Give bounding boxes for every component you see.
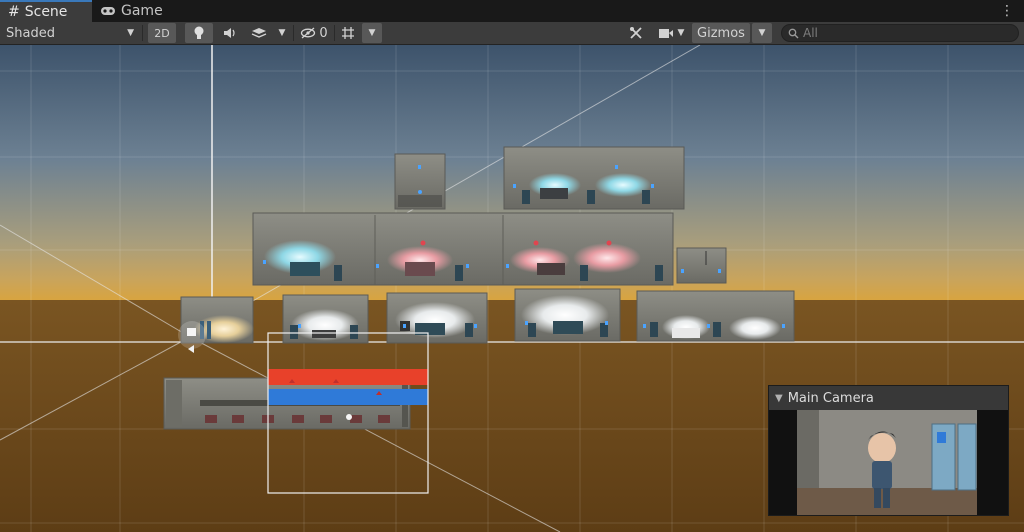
blue-collider-bar[interactable]: [268, 389, 428, 405]
room-lower-3[interactable]: [386, 292, 488, 344]
room-lower-2[interactable]: [282, 294, 369, 344]
search-input[interactable]: [803, 26, 1003, 40]
scene-toolbar: Shaded ▼ 2D ▼ 0 ▼ ▼ Gizmos ▼ All: [0, 22, 1024, 45]
grid-dropdown-arrow[interactable]: ▼: [362, 23, 382, 43]
mode-2d-label: 2D: [154, 26, 170, 40]
camera-preview-panel[interactable]: ▼ Main Camera: [768, 385, 1009, 516]
tools-button[interactable]: [624, 23, 648, 43]
scene-viewport[interactable]: ▼ Main Camera: [0, 45, 1024, 532]
shading-mode-dropdown[interactable]: Shaded ▼: [0, 23, 140, 43]
gizmos-toggle[interactable]: Gizmos: [692, 23, 750, 43]
toolbar-divider: [142, 25, 143, 41]
eye-slash-icon: [301, 27, 316, 39]
room-lower-4[interactable]: [514, 288, 621, 342]
room-lower-5[interactable]: [636, 290, 795, 342]
layers-effects-icon: [251, 28, 267, 38]
room-middle-block[interactable]: [252, 212, 674, 286]
camera-preview-header[interactable]: ▼ Main Camera: [769, 386, 1008, 410]
lightbulb-icon: [194, 26, 204, 39]
tools-icon: [630, 27, 642, 39]
room-small-right[interactable]: [676, 247, 727, 284]
gizmos-label: Gizmos: [697, 25, 745, 41]
audio-toggle[interactable]: [217, 23, 243, 43]
player-marker[interactable]: [346, 414, 352, 420]
speaker-icon: [224, 28, 235, 38]
lighting-toggle[interactable]: [185, 23, 213, 43]
tab-scene[interactable]: # Scene: [0, 0, 92, 22]
tab-game[interactable]: Game: [100, 0, 170, 22]
gizmos-dropdown-arrow[interactable]: ▼: [752, 23, 772, 43]
chevron-down-icon: ▼: [758, 28, 766, 38]
search-icon: [788, 28, 799, 38]
more-options-icon[interactable]: ⋮: [1000, 3, 1014, 19]
room-top-large[interactable]: [503, 146, 685, 210]
shading-mode-label: Shaded: [6, 25, 55, 41]
tab-scene-label: Scene: [24, 4, 68, 20]
mode-2d-toggle[interactable]: 2D: [148, 23, 176, 43]
grid-icon: [342, 27, 354, 39]
scene-search-field[interactable]: [781, 24, 1019, 42]
gamepad-icon: [101, 7, 115, 15]
hash-icon: #: [8, 4, 20, 20]
editor-tab-bar: # Scene Game ⋮: [0, 0, 1024, 22]
chevron-down-icon: ▼: [278, 28, 286, 38]
toolbar-divider: [334, 25, 335, 41]
hidden-objects-toggle[interactable]: 0: [296, 23, 332, 43]
chevron-down-icon: ▼: [677, 28, 685, 38]
toolbar-divider: [293, 25, 294, 41]
camera-preview-image: [769, 410, 1008, 515]
triangle-down-icon: ▼: [775, 392, 783, 404]
hidden-count: 0: [319, 25, 328, 41]
chevron-down-icon: ▼: [127, 28, 134, 38]
camera-preview-title: Main Camera: [787, 390, 874, 406]
effects-dropdown-arrow[interactable]: ▼: [273, 23, 291, 43]
room-small-top[interactable]: [394, 153, 446, 210]
effects-toggle[interactable]: [246, 23, 272, 43]
camera-settings-dropdown[interactable]: ▼: [652, 23, 690, 43]
lockers: [931, 423, 977, 491]
video-camera-icon: [658, 28, 673, 38]
tab-game-label: Game: [121, 3, 163, 19]
grid-toggle[interactable]: [337, 23, 359, 43]
chevron-down-icon: ▼: [368, 28, 376, 38]
